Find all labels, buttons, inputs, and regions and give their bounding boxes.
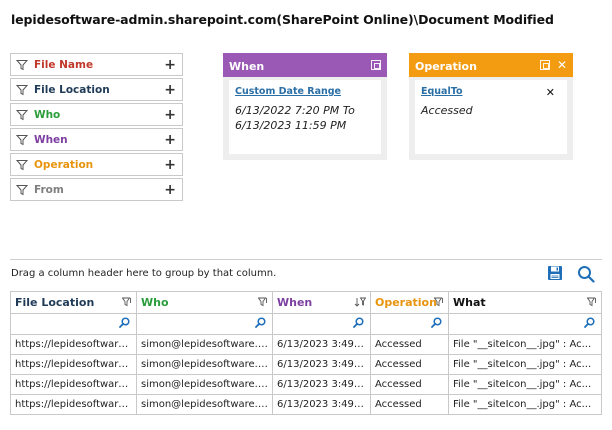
search-icon[interactable] bbox=[353, 317, 364, 328]
column-header-operation[interactable]: Operation bbox=[370, 291, 449, 314]
header-row: File Location Who When Operation What bbox=[10, 291, 602, 314]
cell-operation: Accessed bbox=[370, 334, 449, 355]
when-card-header: When bbox=[223, 53, 387, 77]
funnel-icon bbox=[16, 84, 28, 95]
custom-date-range-link[interactable]: Custom Date Range bbox=[235, 86, 375, 97]
table-row[interactable]: https://lepidesoftware.s... simon@lepide… bbox=[10, 354, 602, 375]
filter-item-when[interactable]: When + bbox=[10, 128, 183, 151]
operation-card-body: EqualTo ✕ Accessed bbox=[415, 80, 567, 154]
cell-when: 6/13/2023 3:49:46 bbox=[272, 374, 371, 395]
cell-operation: Accessed bbox=[370, 394, 449, 415]
table-row[interactable]: https://lepidesoftware.s... simon@lepide… bbox=[10, 334, 602, 355]
cell-operation: Accessed bbox=[370, 354, 449, 375]
column-header-label: What bbox=[453, 296, 486, 309]
column-search-cell[interactable] bbox=[370, 313, 449, 335]
cell-file-location: https://lepidesoftware.s... bbox=[10, 394, 137, 415]
equal-to-link[interactable]: EqualTo bbox=[421, 86, 546, 97]
collapse-icon[interactable] bbox=[371, 60, 381, 70]
operation-card-value: Accessed bbox=[421, 104, 473, 117]
add-filter-icon[interactable]: + bbox=[164, 58, 176, 72]
page-title: lepidesoftware-admin.sharepoint.com(Shar… bbox=[11, 12, 554, 27]
cell-file-location: https://lepidesoftware.s... bbox=[10, 374, 137, 395]
cell-file-location: https://lepidesoftware.s... bbox=[10, 334, 137, 355]
cell-who: simon@lepidesoftware.on... bbox=[136, 374, 273, 395]
filter-label: From bbox=[34, 183, 64, 196]
cell-what: File "__siteIcon__.jpg" : Ac... bbox=[448, 374, 602, 395]
results-grid: File Location Who When Operation What ht… bbox=[10, 291, 602, 415]
operation-filter-card: Operation ✕ EqualTo ✕ Accessed bbox=[409, 53, 573, 160]
filter-icon[interactable] bbox=[122, 297, 132, 307]
filter-icon[interactable] bbox=[587, 297, 597, 307]
sort-descending-icon[interactable] bbox=[354, 297, 366, 307]
cell-who: simon@lepidesoftware.on... bbox=[136, 334, 273, 355]
column-search-cell[interactable] bbox=[272, 313, 371, 335]
filter-label: Who bbox=[34, 108, 61, 121]
cell-when: 6/13/2023 3:49:47 bbox=[272, 334, 371, 355]
column-search-cell[interactable] bbox=[448, 313, 602, 335]
save-icon[interactable] bbox=[547, 265, 563, 281]
group-by-hint: Drag a column header here to group by th… bbox=[11, 268, 277, 279]
add-filter-icon[interactable]: + bbox=[164, 183, 176, 197]
close-icon[interactable]: ✕ bbox=[557, 59, 567, 71]
column-header-label: Who bbox=[141, 296, 169, 309]
filter-label: Operation bbox=[34, 158, 94, 171]
grid-toolbar bbox=[547, 265, 595, 283]
cell-operation: Accessed bbox=[370, 374, 449, 395]
column-header-who[interactable]: Who bbox=[136, 291, 273, 314]
remove-value-icon[interactable]: ✕ bbox=[546, 86, 555, 99]
filter-label: File Name bbox=[34, 58, 94, 71]
column-header-what[interactable]: What bbox=[448, 291, 602, 314]
add-filter-icon[interactable]: + bbox=[164, 133, 176, 147]
add-filter-icon[interactable]: + bbox=[164, 108, 176, 122]
add-filter-icon[interactable]: + bbox=[164, 83, 176, 97]
column-header-label: Operation bbox=[375, 296, 437, 309]
cell-what: File "__siteIcon__.jpg" : Ac... bbox=[448, 334, 602, 355]
cell-when: 6/13/2023 3:49:46 bbox=[272, 394, 371, 415]
collapse-icon[interactable] bbox=[539, 60, 550, 70]
table-row[interactable]: https://lepidesoftware.s... simon@lepide… bbox=[10, 374, 602, 395]
filter-icon[interactable] bbox=[434, 297, 444, 307]
when-filter-card: When Custom Date Range 6/13/2022 7:20 PM… bbox=[223, 53, 387, 160]
filter-item-from[interactable]: From + bbox=[10, 178, 183, 201]
column-header-label: When bbox=[277, 296, 313, 309]
search-icon[interactable] bbox=[431, 317, 442, 328]
cell-who: simon@lepidesoftware.on... bbox=[136, 354, 273, 375]
filter-item-file-location[interactable]: File Location + bbox=[10, 78, 183, 101]
column-search-cell[interactable] bbox=[10, 313, 137, 335]
funnel-icon bbox=[16, 134, 28, 145]
when-card-value: 6/13/2022 7:20 PM To 6/13/2023 11:59 PM bbox=[235, 104, 355, 132]
table-row[interactable]: https://lepidesoftware.s... simon@lepide… bbox=[10, 394, 602, 415]
cell-what: File "__siteIcon__.jpg" : Ac... bbox=[448, 354, 602, 375]
add-filter-icon[interactable]: + bbox=[164, 158, 176, 172]
column-search-cell[interactable] bbox=[136, 313, 273, 335]
cell-file-location: https://lepidesoftware.s... bbox=[10, 354, 137, 375]
operation-card-header: Operation ✕ bbox=[409, 53, 573, 77]
filter-list: File Name + File Location + Who + When +… bbox=[10, 53, 183, 203]
filter-item-file-name[interactable]: File Name + bbox=[10, 53, 183, 76]
search-icon[interactable] bbox=[577, 265, 595, 283]
funnel-icon bbox=[16, 184, 28, 195]
filter-icon[interactable] bbox=[258, 297, 268, 307]
when-card-body: Custom Date Range 6/13/2022 7:20 PM To 6… bbox=[229, 80, 381, 154]
column-header-when[interactable]: When bbox=[272, 291, 371, 314]
divider bbox=[10, 259, 602, 260]
column-header-file-location[interactable]: File Location bbox=[10, 291, 137, 314]
funnel-icon bbox=[16, 109, 28, 120]
when-card-title: When bbox=[229, 59, 265, 73]
column-header-label: File Location bbox=[15, 296, 95, 309]
column-search-row bbox=[10, 313, 602, 335]
funnel-icon bbox=[16, 59, 28, 70]
cell-when: 6/13/2023 3:49:46 bbox=[272, 354, 371, 375]
cell-what: File "__siteIcon__.jpg" : Ac... bbox=[448, 394, 602, 415]
filter-item-who[interactable]: Who + bbox=[10, 103, 183, 126]
filter-label: File Location bbox=[34, 83, 110, 96]
funnel-icon bbox=[16, 159, 28, 170]
cell-who: simon@lepidesoftware.on... bbox=[136, 394, 273, 415]
filter-label: When bbox=[34, 133, 68, 146]
search-icon[interactable] bbox=[119, 317, 130, 328]
filter-item-operation[interactable]: Operation + bbox=[10, 153, 183, 176]
operation-card-title: Operation bbox=[415, 59, 477, 73]
search-icon[interactable] bbox=[584, 317, 595, 328]
search-icon[interactable] bbox=[255, 317, 266, 328]
